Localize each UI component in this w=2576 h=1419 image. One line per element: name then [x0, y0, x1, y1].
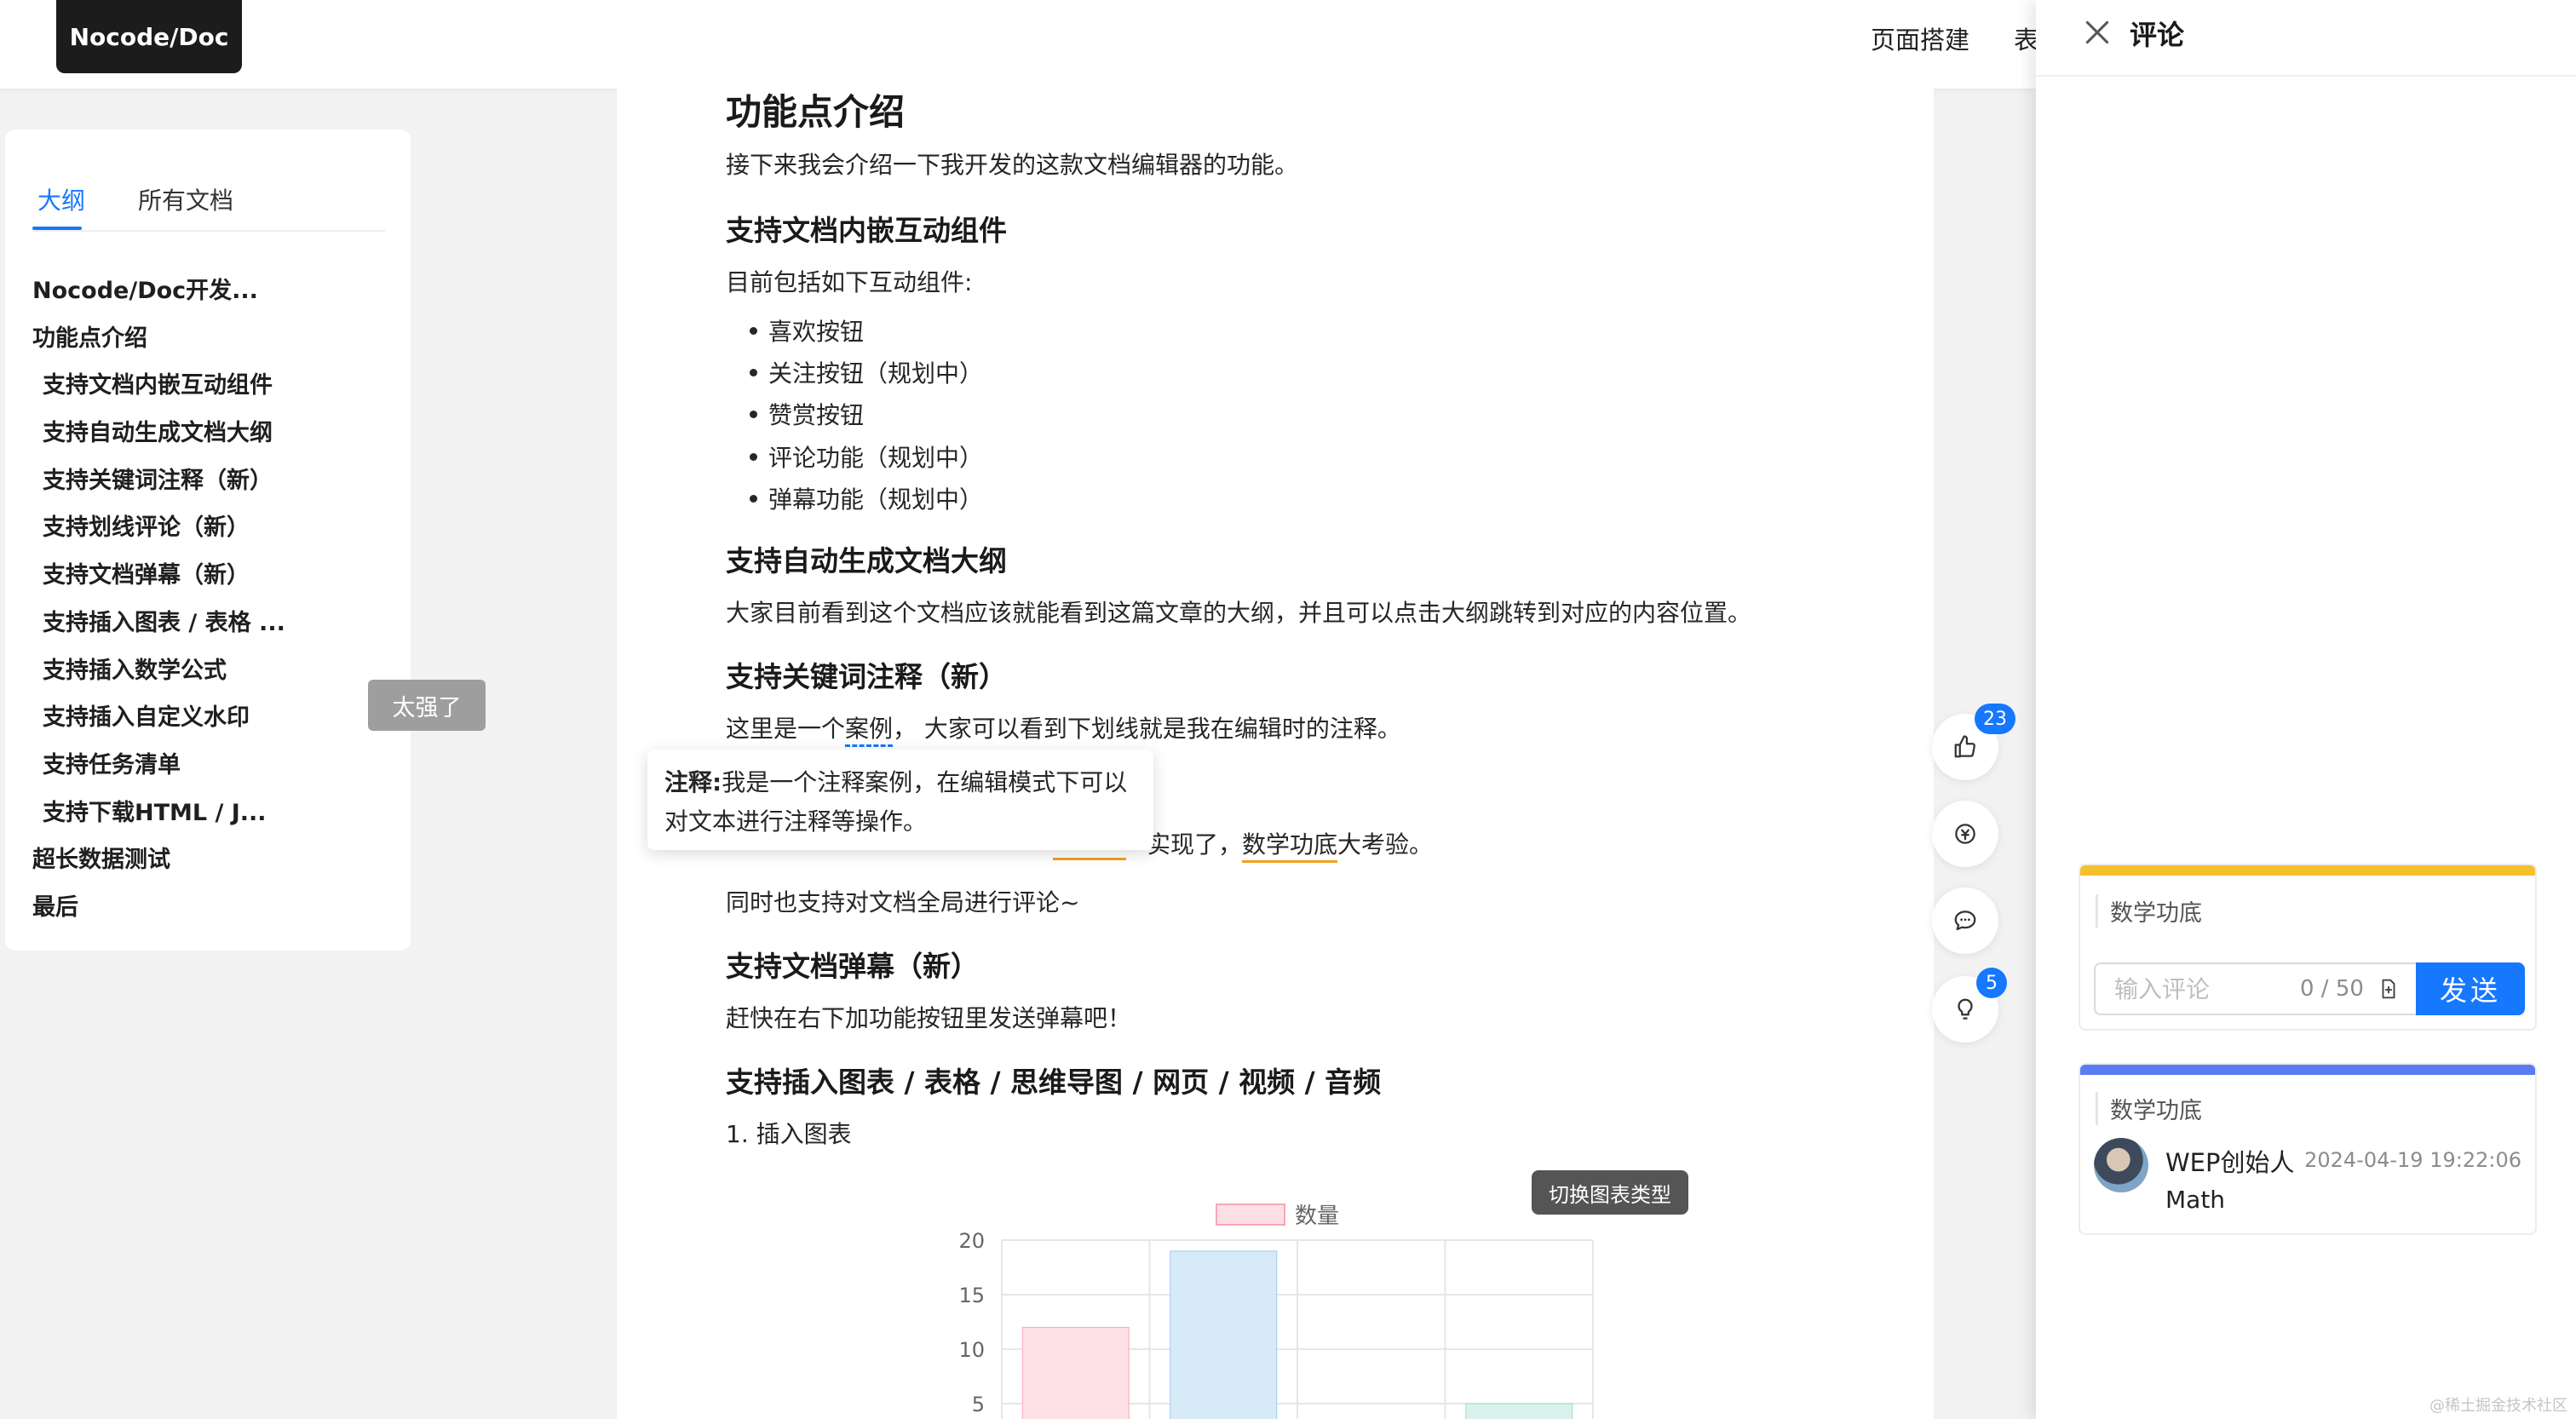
line-comment-mark[interactable]: 数学功底 — [1242, 830, 1338, 863]
outline-list: Nocode/Doc开发... 功能点介绍 支持文档内嵌互动组件 支持自动生成文… — [32, 267, 399, 932]
outline-item[interactable]: 最后 — [32, 884, 399, 932]
comment-card-bar — [2080, 1065, 2535, 1075]
reward-button[interactable] — [1932, 801, 1998, 867]
logo[interactable]: Nocode/Doc — [56, 0, 242, 73]
annotation-tooltip: 注释:我是一个注释案例，在编辑模式下可以对文本进行注释等操作。 — [647, 750, 1153, 850]
outline-item[interactable]: 支持下载HTML / J... — [32, 790, 399, 837]
document-icon[interactable] — [2378, 978, 2400, 1000]
compose-card-bar — [2080, 865, 2535, 876]
comment-button[interactable] — [1932, 888, 1998, 954]
danmaku-count-badge: 5 — [1976, 968, 2007, 998]
comment-username[interactable]: WEP创始人 — [2165, 1143, 2295, 1179]
list-item: 评论功能（规划中） — [726, 439, 983, 474]
legend-swatch — [1216, 1204, 1285, 1226]
y-tick-label: 20 — [958, 1229, 985, 1253]
avatar[interactable] — [2094, 1138, 2148, 1192]
heading-insert: 支持插入图表 / 表格 / 思维导图 / 网页 / 视频 / 音频 — [726, 1066, 1382, 1099]
outline-item[interactable]: 支持文档弹幕（新） — [32, 552, 399, 600]
paragraph-global-comment: 同时也支持对文档全局进行评论~ — [726, 888, 1080, 916]
outline-item[interactable]: 支持文档内嵌互动组件 — [32, 362, 399, 410]
bar-chart: 20 15 10 5 数量 — [958, 1204, 1594, 1419]
tooltip-label: 注释: — [664, 768, 722, 796]
nav-item-page-builder[interactable]: 页面搭建 — [1871, 20, 1969, 56]
y-tick-label: 15 — [958, 1284, 985, 1307]
paragraph-danmaku: 赶快在右下加功能按钮里发送弹幕吧！ — [726, 1004, 1132, 1032]
close-icon[interactable] — [2080, 15, 2114, 49]
list-item: 关注按钮（规划中） — [726, 355, 983, 389]
line-comment-end: 大考验。 — [1337, 830, 1434, 859]
paragraph-embed-intro: 目前包括如下互动组件: — [726, 268, 973, 296]
list-item: 喜欢按钮 — [726, 313, 864, 348]
annotation-text-pre: 这里是一个 — [726, 715, 846, 743]
annotation-text-post: ， 大家可以看到下划线就是我在编辑时的注释。 — [893, 715, 1401, 743]
paragraph-intro: 接下来我会介绍一下我开发的这款文档编辑器的功能。 — [726, 151, 1299, 179]
thumbs-up-icon — [1954, 735, 1975, 758]
tab-outline[interactable]: 大纲 — [37, 182, 85, 216]
bar — [1170, 1250, 1278, 1419]
comment-input[interactable] — [2096, 964, 2300, 1014]
outline-panel: 大纲 所有文档 Nocode/Doc开发... 功能点介绍 支持文档内嵌互动组件… — [5, 129, 411, 951]
list-item: 弹幕功能（规划中） — [726, 481, 983, 515]
outline-item[interactable]: 支持插入自定义水印 — [32, 694, 399, 742]
paragraph-outline: 大家目前看到这个文档应该就能看到这篇文章的大纲，并且可以点击大纲跳转到对应的内容… — [726, 599, 1752, 627]
comment-compose-card: 数学功底 0 / 50 发送 — [2079, 864, 2537, 1031]
heading-annotation: 支持关键词注释（新） — [726, 660, 1007, 693]
active-tab-indicator — [32, 227, 82, 230]
paragraph-insert-step: 1. 插入图表 — [726, 1120, 852, 1148]
y-tick-label: 5 — [972, 1393, 985, 1416]
char-counter-text: 0 / 50 — [2300, 976, 2364, 1002]
bar — [1465, 1403, 1573, 1419]
outline-item[interactable]: 功能点介绍 — [32, 315, 399, 363]
watermark: @稀土掘金技术社区 — [2429, 1397, 2567, 1415]
outline-item[interactable]: 支持关键词注释（新） — [32, 457, 399, 505]
y-tick-label: 10 — [958, 1338, 985, 1362]
reward-icon — [1955, 824, 1975, 844]
like-count-badge: 23 — [1975, 704, 2015, 734]
bar — [1021, 1326, 1130, 1419]
outline-item[interactable]: 支持插入数学公式 — [32, 647, 399, 695]
comment-drawer: 评论 数学功底 0 / 50 发送 数学功底 WEP创始人 2024-04-19… — [2036, 0, 2576, 1419]
bulb-icon — [1958, 998, 1973, 1020]
comment-quote: 数学功底 — [2096, 1092, 2202, 1125]
tooltip-text: 我是一个注释案例，在编辑模式下可以对文本进行注释等操作。 — [664, 768, 1128, 836]
outline-item[interactable]: Nocode/Doc开发... — [32, 267, 399, 315]
comment-text: Math — [2165, 1186, 2226, 1214]
comment-timestamp: 2024-04-19 19:22:06 — [2304, 1148, 2521, 1172]
heading-outline: 支持自动生成文档大纲 — [726, 544, 1007, 577]
line-comment-tail: 实现了， — [1147, 830, 1243, 859]
drawer-title: 评论 — [2130, 19, 2185, 51]
heading-features: 功能点介绍 — [726, 91, 906, 133]
top-bar: Nocode/Doc 页面搭建 表 — [0, 0, 2038, 89]
legend-label: 数量 — [1295, 1204, 1339, 1229]
outline-item[interactable]: 支持插入图表 / 表格 ... — [32, 600, 399, 647]
tab-all-docs[interactable]: 所有文档 — [138, 182, 233, 216]
compose-quote: 数学功底 — [2096, 894, 2202, 928]
comment-input-wrapper: 0 / 50 — [2094, 962, 2416, 1015]
nav-item-table[interactable]: 表 — [2014, 20, 2038, 56]
heading-embed: 支持文档内嵌互动组件 — [726, 214, 1007, 247]
comment-icon — [1954, 911, 1976, 931]
send-comment-button[interactable]: 发送 — [2416, 962, 2525, 1015]
paragraph-annotation: 这里是一个案例， 大家可以看到下划线就是我在编辑时的注释。 — [726, 710, 1401, 747]
comment-card: 数学功底 WEP创始人 2024-04-19 19:22:06 Math — [2079, 1063, 2537, 1235]
outline-item[interactable]: 支持自动生成文档大纲 — [32, 410, 399, 457]
outline-tabs: 大纲 所有文档 — [32, 182, 385, 232]
drawer-header: 评论 — [2036, 0, 2576, 77]
annotated-keyword[interactable]: 案例 — [845, 715, 894, 747]
outline-item[interactable]: 超长数据测试 — [32, 836, 399, 884]
list-item: 赞赏按钮 — [726, 397, 864, 431]
danmaku-bubble: 太强了 — [368, 680, 486, 731]
heading-danmaku: 支持文档弹幕（新） — [726, 950, 979, 983]
top-nav: 页面搭建 表 — [1871, 20, 2038, 56]
char-counter: 0 / 50 — [2300, 976, 2400, 1002]
switch-chart-type-button[interactable]: 切换图表类型 — [1532, 1170, 1688, 1215]
outline-item[interactable]: 支持任务清单 — [32, 742, 399, 790]
outline-item[interactable]: 支持划线评论（新） — [32, 504, 399, 552]
